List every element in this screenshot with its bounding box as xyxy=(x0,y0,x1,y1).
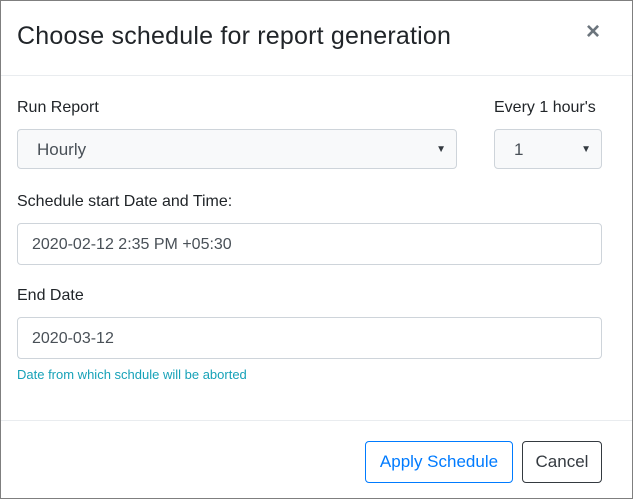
interval-select[interactable]: 1 ▼ xyxy=(494,129,602,169)
start-datetime-label: Schedule start Date and Time: xyxy=(17,193,233,210)
dialog-header: Choose schedule for report generation × xyxy=(1,1,632,76)
start-datetime-input[interactable]: 2020-02-12 2:35 PM +05:30 xyxy=(17,223,602,265)
cancel-button[interactable]: Cancel xyxy=(522,441,602,483)
interval-label: Every 1 hour's xyxy=(494,99,596,116)
interval-selected-value: 1 xyxy=(514,140,524,159)
run-report-label: Run Report xyxy=(17,99,99,116)
end-date-label: End Date xyxy=(17,287,84,304)
apply-schedule-button[interactable]: Apply Schedule xyxy=(365,441,513,483)
end-date-help-text: Date from which schdule will be aborted xyxy=(17,367,247,382)
chevron-down-icon: ▼ xyxy=(581,144,591,155)
end-date-value: 2020-03-12 xyxy=(32,330,114,347)
end-date-input[interactable]: 2020-03-12 xyxy=(17,317,602,359)
dialog-footer: Apply Schedule Cancel xyxy=(1,420,632,499)
run-report-select[interactable]: Hourly ▼ xyxy=(17,129,457,169)
chevron-down-icon: ▼ xyxy=(436,144,446,155)
dialog-title: Choose schedule for report generation xyxy=(17,22,452,50)
schedule-dialog: Choose schedule for report generation × … xyxy=(0,0,633,499)
run-report-selected-value: Hourly xyxy=(37,140,87,159)
close-icon[interactable]: × xyxy=(582,19,604,45)
start-datetime-value: 2020-02-12 2:35 PM +05:30 xyxy=(32,236,232,253)
